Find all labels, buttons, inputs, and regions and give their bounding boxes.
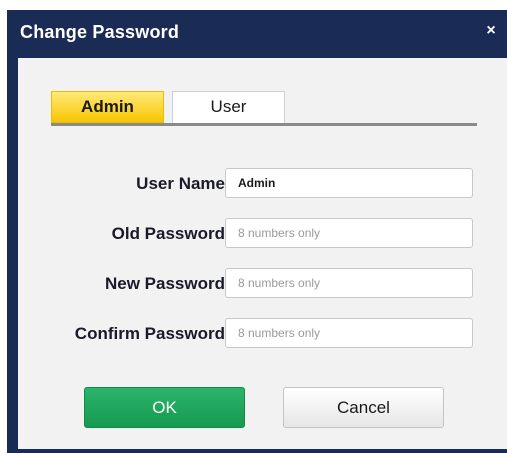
tab-admin[interactable]: Admin	[51, 91, 164, 123]
cancel-button[interactable]: Cancel	[283, 387, 444, 428]
dialog-body: Admin User User Name Old Password New Pa…	[18, 58, 507, 449]
old-password-label: Old Password	[111, 224, 225, 243]
confirm-password-input[interactable]	[225, 318, 473, 348]
tab-user[interactable]: User	[172, 91, 285, 123]
close-icon[interactable]: ×	[483, 22, 499, 40]
ok-button[interactable]: OK	[84, 387, 245, 428]
confirm-password-label: Confirm Password	[74, 324, 225, 343]
new-password-input[interactable]	[225, 268, 473, 298]
tab-underline	[51, 123, 477, 126]
dialog-title: Change Password	[20, 22, 180, 42]
new-password-label: New Password	[105, 274, 225, 293]
user-name-input[interactable]	[225, 168, 473, 198]
user-name-label: User Name	[136, 174, 225, 193]
change-password-dialog: Change Password × Admin User User Name O…	[7, 10, 507, 453]
old-password-input[interactable]	[225, 218, 473, 248]
dialog-titlebar: Change Password ×	[7, 10, 507, 56]
